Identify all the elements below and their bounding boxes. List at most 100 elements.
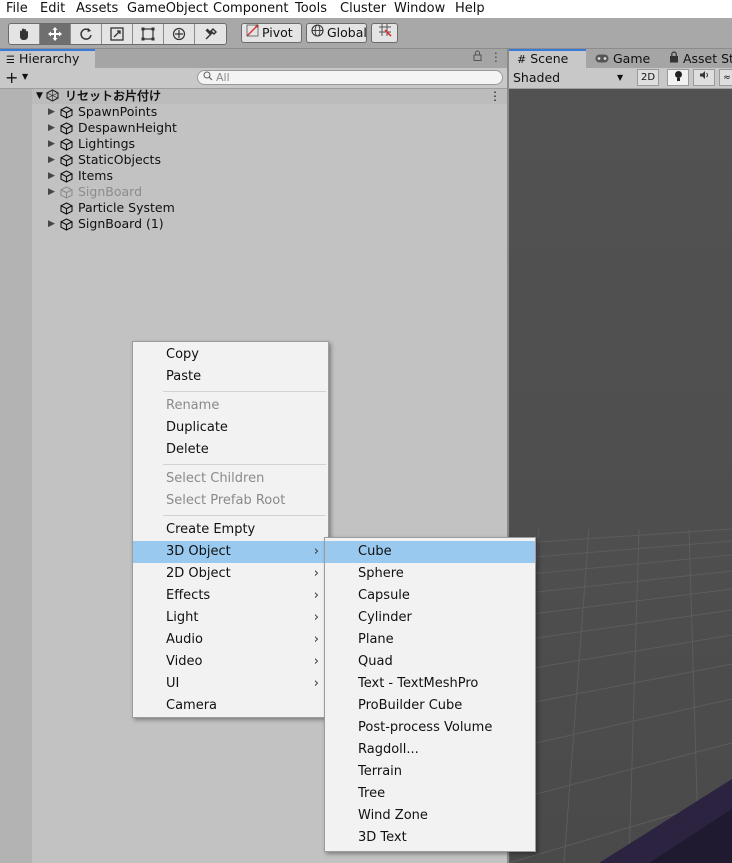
tab-hierarchy[interactable]: ☰ Hierarchy (0, 49, 95, 68)
submenu-chevron-icon: › (313, 566, 319, 581)
shading-caret-icon[interactable]: ▼ (617, 73, 623, 82)
menu-tools[interactable]: Tools (295, 0, 327, 18)
expand-arrow-icon[interactable]: ▶ (48, 136, 55, 152)
expand-arrow-icon[interactable]: ▶ (48, 152, 55, 168)
submenu-item-label: 3D Text (358, 830, 407, 845)
context-menu-item[interactable]: Video › (133, 651, 328, 673)
hierarchy-row[interactable]: ▶ DespawnHeight (32, 120, 502, 136)
context-menu-item[interactable]: Light › (133, 607, 328, 629)
hierarchy-tab-label: Hierarchy (18, 51, 80, 66)
expand-arrow-icon[interactable]: ▶ (48, 104, 55, 120)
lighting-toggle[interactable] (667, 69, 689, 86)
menu-component[interactable]: Component (213, 0, 288, 18)
context-menu-item[interactable]: Effects › (133, 585, 328, 607)
toggle-2d-button[interactable]: 2D (637, 69, 659, 86)
context-menu-item[interactable]: UI › (133, 673, 328, 695)
create-dropdown-icon[interactable]: ▼ (22, 72, 28, 81)
submenu-item[interactable]: Capsule (325, 585, 535, 607)
submenu-item[interactable]: Ragdoll... (325, 739, 535, 761)
submenu-item[interactable]: 3D Text (325, 827, 535, 849)
menu-edit[interactable]: Edit (40, 0, 65, 18)
kebab-menu-icon[interactable]: ⋮ (490, 50, 502, 64)
menu-help[interactable]: Help (455, 0, 485, 18)
gameobject-cube-icon (60, 170, 73, 183)
pivot-toggle[interactable]: Pivot (241, 23, 302, 43)
gameobject-cube-icon (60, 218, 73, 231)
submenu-item[interactable]: Terrain (325, 761, 535, 783)
transform-tool-icon[interactable] (164, 24, 195, 44)
globe-icon (311, 23, 324, 43)
context-menu-item[interactable]: Copy (133, 344, 328, 366)
scene-root-row[interactable]: ▼ リセットお片付け ⋮ (32, 89, 507, 104)
submenu-3d-object: Cube Sphere Capsule Cylinder Plane Quad Text -… (324, 537, 536, 852)
menu-item-label: Copy (166, 347, 199, 362)
context-menu-item[interactable]: Camera (133, 695, 328, 717)
speaker-icon (699, 71, 710, 83)
hierarchy-row[interactable]: ▶ SignBoard (32, 184, 502, 200)
hierarchy-tab-controls: ⋮ (473, 50, 502, 64)
context-menu-item[interactable]: Audio › (133, 629, 328, 651)
context-menu-item: Select Children (133, 468, 328, 490)
menu-cluster[interactable]: Cluster (340, 0, 386, 18)
menu-assets[interactable]: Assets (76, 0, 118, 18)
submenu-item[interactable]: Tree (325, 783, 535, 805)
hierarchy-search-input[interactable]: All (197, 70, 503, 85)
submenu-item[interactable]: Plane (325, 629, 535, 651)
submenu-chevron-icon: › (313, 588, 319, 603)
tab-game[interactable]: Game (595, 49, 650, 68)
submenu-item[interactable]: Cube (325, 541, 535, 563)
hierarchy-row-label: SpawnPoints (78, 104, 158, 119)
custom-tool-icon[interactable] (195, 24, 226, 44)
expand-caret-icon[interactable]: ▼ (36, 89, 43, 104)
lock-icon[interactable] (473, 50, 486, 64)
menu-gameobject[interactable]: GameObject (127, 0, 208, 18)
menu-window[interactable]: Window (394, 0, 445, 18)
expand-arrow-icon[interactable]: ▶ (48, 168, 55, 184)
hierarchy-row[interactable]: ▶ Items (32, 168, 502, 184)
scene-kebab-icon[interactable]: ⋮ (489, 89, 501, 104)
tab-scene[interactable]: # Scene (509, 49, 586, 68)
submenu-item-label: Quad (358, 654, 393, 669)
hierarchy-row-label: Particle System (78, 200, 175, 215)
hierarchy-row[interactable]: ▶ StaticObjects (32, 152, 502, 168)
context-menu-item[interactable]: Duplicate (133, 417, 328, 439)
global-label: Global (327, 25, 367, 40)
hand-tool-icon[interactable] (9, 24, 40, 44)
hierarchy-row[interactable]: ▶ SpawnPoints (32, 104, 502, 120)
submenu-item[interactable]: Text - TextMeshPro (325, 673, 535, 695)
context-menu-item[interactable]: Create Empty (133, 519, 328, 541)
context-menu-item[interactable]: Delete (133, 439, 328, 461)
tab-asset-store[interactable]: Asset St (669, 49, 732, 68)
submenu-item[interactable]: ProBuilder Cube (325, 695, 535, 717)
hierarchy-row[interactable]: ▶ Lightings (32, 136, 502, 152)
expand-arrow-icon[interactable]: ▶ (48, 184, 55, 200)
submenu-item[interactable]: Quad (325, 651, 535, 673)
rotate-tool-icon[interactable] (71, 24, 102, 44)
context-menu-item[interactable]: 2D Object › (133, 563, 328, 585)
scene-tabbar: # Scene Game Asset St (509, 49, 732, 68)
submenu-item[interactable]: Sphere (325, 563, 535, 585)
global-toggle[interactable]: Global (306, 23, 367, 43)
effects-toggle[interactable]: ≈ (719, 69, 732, 86)
context-menu-item[interactable]: 3D Object › (133, 541, 328, 563)
scale-tool-icon[interactable] (102, 24, 133, 44)
menu-item-label: Rename (166, 398, 220, 413)
context-menu-item[interactable]: Paste (133, 366, 328, 388)
grid-snap-button[interactable] (371, 23, 398, 43)
submenu-item-label: Wind Zone (358, 808, 428, 823)
create-plus-icon[interactable]: + (5, 68, 18, 87)
submenu-item[interactable]: Cylinder (325, 607, 535, 629)
expand-arrow-icon[interactable]: ▶ (48, 120, 55, 136)
audio-toggle[interactable] (693, 69, 715, 86)
shading-mode-dropdown[interactable]: Shaded (513, 68, 560, 87)
rect-tool-icon[interactable] (133, 24, 164, 44)
scene-viewport[interactable] (509, 89, 732, 863)
grid-snap-icon (378, 23, 392, 43)
hierarchy-row[interactable]: ▶ SignBoard (1) (32, 216, 502, 232)
expand-arrow-icon[interactable]: ▶ (48, 216, 55, 232)
menu-file[interactable]: File (6, 0, 28, 18)
move-tool-icon[interactable] (40, 24, 71, 44)
submenu-item[interactable]: Post-process Volume (325, 717, 535, 739)
submenu-item[interactable]: Wind Zone (325, 805, 535, 827)
hierarchy-row[interactable]: Particle System (32, 200, 502, 216)
